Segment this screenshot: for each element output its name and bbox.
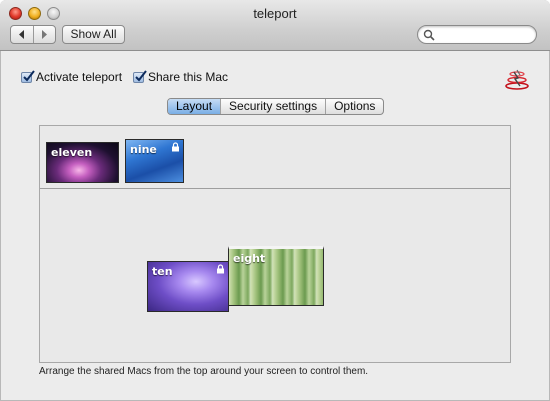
activate-checkbox-box[interactable] <box>21 69 35 83</box>
mac-thumbnail-ten[interactable]: ten <box>147 261 229 312</box>
chevron-right-icon <box>42 30 48 39</box>
search-input[interactable] <box>438 27 534 43</box>
shared-area-divider <box>40 188 510 189</box>
mac-label: eleven <box>51 146 93 159</box>
checkmark-icon <box>23 69 35 82</box>
lock-icon <box>172 142 179 152</box>
activate-teleport-checkbox[interactable]: Activate teleport <box>21 69 123 84</box>
show-all-button[interactable]: Show All <box>62 25 125 44</box>
back-button[interactable] <box>11 26 33 43</box>
activate-teleport-label: Activate teleport <box>36 70 123 84</box>
title-bar: teleport Show All <box>0 0 550 51</box>
teleport-app-icon <box>505 69 529 90</box>
share-this-mac-label: Share this Mac <box>148 70 229 84</box>
back-forward-control <box>10 25 56 44</box>
tab-bar: Layout Security settings Options <box>167 98 385 115</box>
magnifier-icon <box>423 29 435 41</box>
mac-label: nine <box>130 143 157 156</box>
layout-instructions: Arrange the shared Macs from the top aro… <box>39 366 369 377</box>
preferences-window: teleport Show All Activate teleport Shar… <box>0 0 550 401</box>
layout-panel: eleven nine ten eight <box>39 125 511 363</box>
window-title: teleport <box>253 6 297 21</box>
mac-thumbnail-eight[interactable]: eight <box>228 246 324 306</box>
share-checkbox-box[interactable] <box>133 69 147 83</box>
mac-label: ten <box>152 265 173 278</box>
mac-thumbnail-eleven[interactable]: eleven <box>46 142 119 183</box>
checkmark-icon <box>135 69 147 82</box>
share-this-mac-checkbox[interactable]: Share this Mac <box>133 69 229 84</box>
tab-options[interactable]: Options <box>325 99 383 114</box>
tab-layout[interactable]: Layout <box>168 99 221 114</box>
lock-icon <box>217 264 224 274</box>
forward-button[interactable] <box>32 26 56 43</box>
mac-thumbnail-nine[interactable]: nine <box>125 139 184 183</box>
tab-security-settings[interactable]: Security settings <box>220 99 325 114</box>
search-field[interactable] <box>417 25 537 44</box>
chevron-left-icon <box>18 30 24 39</box>
mac-label: eight <box>233 252 266 265</box>
